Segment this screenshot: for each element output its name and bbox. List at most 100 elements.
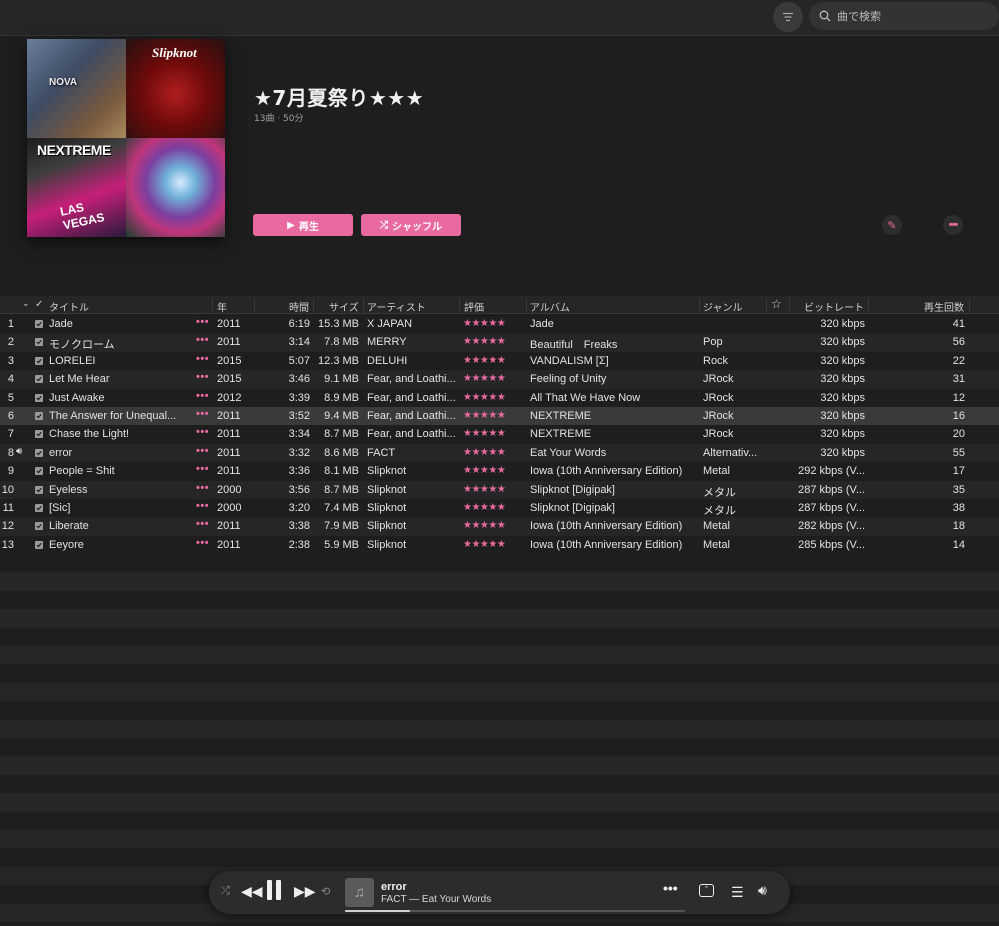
track-checkbox[interactable] [35,375,43,384]
track-play-count: 16 [952,409,965,422]
track-rating[interactable]: ★★★★★ [463,539,523,550]
track-more-icon[interactable]: ••• [196,463,212,475]
sort-options-button[interactable] [773,2,803,32]
track-size: 8.9 MB [324,391,359,404]
edit-playlist-button[interactable]: ✎ [882,215,902,235]
column-bitrate[interactable]: ビットレート [804,299,864,314]
track-duration: 3:14 [288,336,310,349]
shuffle-icon[interactable]: ⤮ [221,885,230,898]
column-size[interactable]: サイズ [329,299,359,314]
track-size: 15.3 MB [318,318,359,330]
track-play-count: 12 [952,391,965,404]
column-rating[interactable]: 評価 [464,299,484,314]
track-more-icon[interactable]: ••• [196,426,212,438]
track-artist: X JAPAN [367,318,413,330]
table-row[interactable]: 3 LORELEI 2015 5:07 12.3 MB DELUHI ★★★★★ VANDAL… [0,351,999,371]
shuffle-button[interactable]: ⤮ シャッフル [361,214,461,236]
table-row[interactable]: 9 People = Shit 2011 3:36 8.1 MB Slipknot ★★★★… [0,462,999,481]
volume-icon[interactable]: 🔊︎ [758,882,767,899]
queue-list-icon[interactable]: ☰ [731,884,744,901]
table-row[interactable]: 5 Just Awake 2012 3:39 8.9 MB Fear, and Loath… [0,388,999,407]
table-row[interactable]: 2 モノクローム 2011 3:14 7.8 MB MERRY ★★★★★ Beautiful… [0,333,999,352]
track-rating[interactable]: ★★★★★ [463,318,523,329]
track-more-icon[interactable]: ••• [196,390,212,402]
column-year[interactable]: 年 [217,299,227,314]
sort-chevron-icon[interactable]: ⌄ [22,299,30,309]
track-rating[interactable]: ★★★★★ [463,484,523,495]
table-row[interactable]: 4 Let Me Hear 2015 3:46 9.1 MB Fear, and Loat… [0,370,999,389]
track-rating[interactable]: ★★★★★ [463,336,523,347]
track-more-icon[interactable]: ••• [196,371,212,383]
column-title[interactable]: タイトル [49,299,89,314]
track-rating[interactable]: ★★★★★ [463,465,523,476]
track-checkbox[interactable] [35,522,43,531]
track-more-icon[interactable]: ••• [196,537,212,549]
column-time[interactable]: 時間 [289,299,309,314]
track-checkbox[interactable] [35,411,43,420]
track-checkbox[interactable] [35,503,43,512]
search-box[interactable] [809,2,999,30]
playback-progress-bar[interactable] [345,910,685,912]
track-album: NEXTREME [530,428,592,441]
more-options-button[interactable]: ••• [943,215,963,235]
table-row[interactable]: 12 Liberate 2011 3:38 7.9 MB Slipknot ★★★★★ Iow… [0,517,999,536]
track-checkbox[interactable] [35,356,43,365]
column-divider [459,298,460,311]
table-row[interactable]: 13 Eeyore 2011 2:38 5.9 MB Slipknot ★★★★★ Iowa … [0,535,999,555]
column-plays[interactable]: 再生回数 [924,299,964,314]
track-more-icon[interactable]: ••• [196,353,212,365]
column-album[interactable]: アルバム [530,299,570,314]
track-checkbox[interactable] [35,320,43,328]
lyrics-icon[interactable]: ” [699,884,714,897]
search-input[interactable] [837,9,987,23]
track-rating[interactable]: ★★★★★ [463,520,523,531]
track-more-icon[interactable]: ••• [196,518,212,530]
track-checkbox[interactable] [35,430,43,439]
track-size: 8.1 MB [324,465,359,478]
column-divider [254,298,255,311]
track-checkbox[interactable] [35,393,43,402]
track-rating[interactable]: ★★★★★ [463,392,523,403]
checkmark-column-icon[interactable]: ✓ [35,299,43,310]
track-number: 9 [7,465,14,478]
track-rating[interactable]: ★★★★★ [463,410,523,421]
track-rating[interactable]: ★★★★★ [463,428,523,439]
track-title: error [49,446,73,459]
column-divider [969,298,970,311]
table-row[interactable]: 7 Chase the Light! 2011 3:34 8.7 MB Fear, and… [0,425,999,444]
track-more-icon[interactable]: ••• [196,482,212,494]
track-rating[interactable]: ★★★★★ [463,355,523,366]
track-checkbox[interactable] [35,485,43,494]
table-row[interactable]: 10 Eyeless 2000 3:56 8.7 MB Slipknot ★★★★★ Slip… [0,480,999,499]
track-rating[interactable]: ★★★★★ [463,447,523,458]
repeat-icon[interactable]: ⟲ [321,885,330,898]
column-artist[interactable]: アーティスト [367,299,426,314]
track-more-icon[interactable]: ••• [196,408,212,420]
track-rating[interactable]: ★★★★★ [463,502,523,513]
next-track-icon[interactable]: ▶▶ [294,883,316,900]
column-divider [766,298,767,311]
pause-button[interactable] [267,880,281,900]
table-row[interactable]: 1 Jade 2011 6:19 15.3 MB X JAPAN ★★★★★ Jade 320 … [0,315,999,334]
previous-track-icon[interactable]: ◀◀ [241,883,263,900]
track-more-icon[interactable]: ••• [196,316,212,328]
track-checkbox[interactable] [35,540,43,549]
album-art-tile: NEXTREME LAS VEGAS [27,138,126,237]
player-more-icon[interactable]: ••• [663,880,678,896]
now-playing-subtitle: FACT — Eat Your Words [381,894,492,905]
column-genre[interactable]: ジャンル [703,299,743,314]
track-genre: Metal [703,538,730,551]
track-rating[interactable]: ★★★★★ [463,373,523,384]
table-row[interactable]: 11 [Sic] 2000 3:20 7.4 MB Slipknot ★★★★★ Slipkn… [0,498,999,518]
track-more-icon[interactable]: ••• [196,334,212,346]
track-checkbox[interactable] [35,338,43,347]
track-more-icon[interactable]: ••• [196,445,212,457]
track-checkbox[interactable] [35,448,43,457]
track-checkbox[interactable] [35,467,43,476]
play-button[interactable]: ▶ 再生 [253,214,353,236]
table-row[interactable]: 8 error 2011 3:32 8.6 MB FACT ★★★★★ Eat Your Wo… [0,443,999,463]
track-more-icon[interactable]: ••• [196,500,212,512]
favorite-star-icon[interactable]: ☆ [771,297,782,311]
now-playing-artwork[interactable]: ♫ [345,878,374,907]
table-row[interactable]: 6 The Answer for Unequal... 2011 3:52 9.4 MB… [0,406,999,426]
